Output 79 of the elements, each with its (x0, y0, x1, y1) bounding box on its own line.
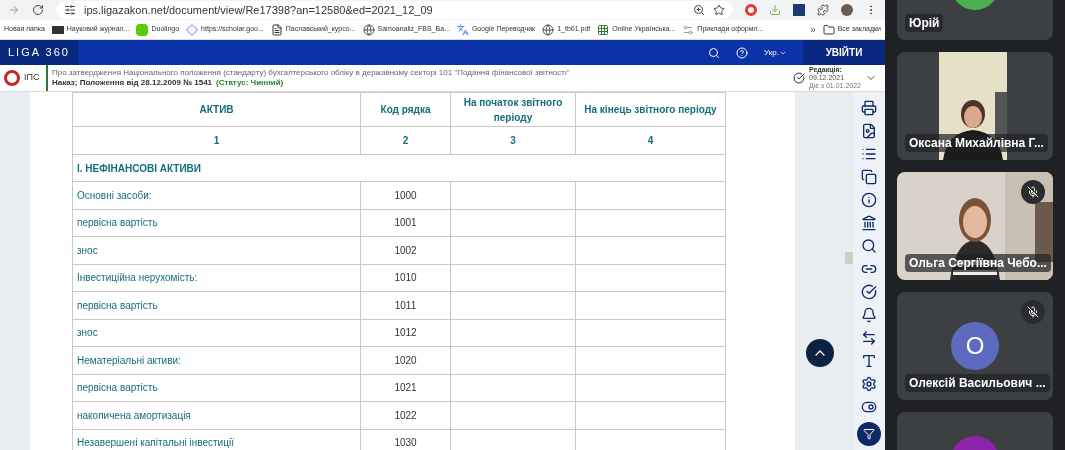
column-number: 1 (72, 126, 361, 155)
grid-icon (597, 23, 610, 36)
participant-name: Ольга Сергіївна Чебо... (905, 254, 1051, 272)
address-bar[interactable]: ips.ligazakon.net/document/view/Re17398?an=12580&ed=2021_12_09 (56, 1, 733, 19)
login-button[interactable]: УВІЙТИ (803, 40, 885, 65)
ips-label: ІПС (24, 71, 40, 85)
table-cell: знос (72, 236, 361, 264)
column-number: 2 (360, 126, 451, 155)
table-cell: 1000 (360, 181, 451, 209)
participant-name: Юрій (905, 14, 944, 32)
translate-icon (456, 23, 469, 36)
table-cell: знос (72, 319, 361, 347)
text-size-icon[interactable] (861, 353, 877, 369)
table-cell: первісна вартість (72, 374, 361, 402)
reload-icon[interactable] (32, 4, 44, 16)
filter-icon (863, 428, 875, 440)
list-icon[interactable] (861, 146, 877, 162)
diamond-icon (186, 23, 199, 36)
table-cell: 1022 (360, 401, 451, 429)
check-circle-icon[interactable] (861, 284, 877, 300)
more-bookmarks[interactable]: » (810, 22, 816, 37)
site-info-icon[interactable] (64, 4, 76, 16)
profile-avatar[interactable] (841, 4, 853, 16)
table-cell: Незавершені капітальні інвестиції (72, 429, 361, 450)
participant-name: Оксана Михайлівна Г... (905, 134, 1048, 152)
help-icon[interactable] (736, 46, 749, 59)
filter-button[interactable] (857, 422, 881, 446)
ips-logo-icon (4, 70, 20, 86)
table-cell: 1002 (360, 236, 451, 264)
table-cell: 1011 (360, 291, 451, 319)
participant-tile[interactable]: Оксана Михайлівна Г... (897, 52, 1053, 160)
folder-icon (822, 23, 835, 36)
table-cell: Основні засоби: (72, 181, 361, 209)
search-icon[interactable] (708, 46, 721, 59)
table-cell: Інвестиційна нерухомість: (72, 264, 361, 292)
document-icon (270, 23, 283, 36)
table-cell: 1020 (360, 346, 451, 374)
language-select[interactable]: Укр. (764, 46, 787, 59)
table-cell: 1010 (360, 264, 451, 292)
extensions-icon[interactable] (817, 4, 829, 16)
bookmark-star-icon[interactable] (713, 4, 725, 16)
url-text: ips.ligazakon.net/document/view/Re17398?an=12580&ed=2021_12_09 (84, 2, 434, 18)
participant-name: Олексій Васильович ... (905, 374, 1050, 392)
table-cell: Нематеріальні активи: (72, 346, 361, 374)
swap-arrows-icon[interactable] (861, 330, 877, 346)
site-logo[interactable]: LIGA 360 (0, 40, 78, 65)
zoom-icon[interactable] (693, 4, 705, 16)
search-icon[interactable] (861, 238, 877, 254)
participant-tile[interactable]: О Олексій Васильович ... (897, 292, 1053, 400)
column-header: АКТИВ (72, 92, 361, 127)
column-header: На початок звітного періоду (450, 92, 576, 127)
printer-icon[interactable] (861, 100, 877, 116)
table-cell: первісна вартість (72, 291, 361, 319)
table-cell: 1012 (360, 319, 451, 347)
table-cell: накопичена амортизація (72, 401, 361, 429)
table-cell: 1001 (360, 209, 451, 237)
bank-icon[interactable] (861, 215, 877, 231)
scroll-top-button[interactable] (806, 339, 834, 367)
info-icon[interactable] (861, 192, 877, 208)
column-number: 4 (575, 126, 726, 155)
participant-tile[interactable]: Юрій (897, 0, 1053, 40)
document-title: Про затвердження Національного положення (стандарту) бухгалтерського обліку в державному секторі 101 "Подання фінансової звітності" (52, 68, 571, 78)
document-icon[interactable] (861, 123, 877, 139)
section-heading: І. НЕФІНАНСОВІ АКТИВИ (72, 154, 726, 182)
document-meta: Наказ; Положення від 28.12.2009 № 1541 (52, 78, 213, 88)
scrollbar-thumb[interactable] (845, 252, 853, 264)
globe-icon (542, 23, 555, 36)
bell-icon[interactable] (861, 307, 877, 323)
globe-icon (362, 23, 375, 36)
column-number: 3 (450, 126, 576, 155)
toggle-icon[interactable] (861, 399, 877, 415)
table-cell: 1021 (360, 374, 451, 402)
settings-icon[interactable] (861, 376, 877, 392)
column-header: Код рядка (360, 92, 451, 127)
table-cell: первісна вартість (72, 209, 361, 237)
participant-tile[interactable]: Ольга Сергіївна Чебо... (897, 172, 1053, 280)
document-status: (Статус: Чинний) (216, 78, 284, 88)
copy-icon[interactable] (861, 169, 877, 185)
column-header: На кінець звітного періоду (575, 92, 726, 127)
